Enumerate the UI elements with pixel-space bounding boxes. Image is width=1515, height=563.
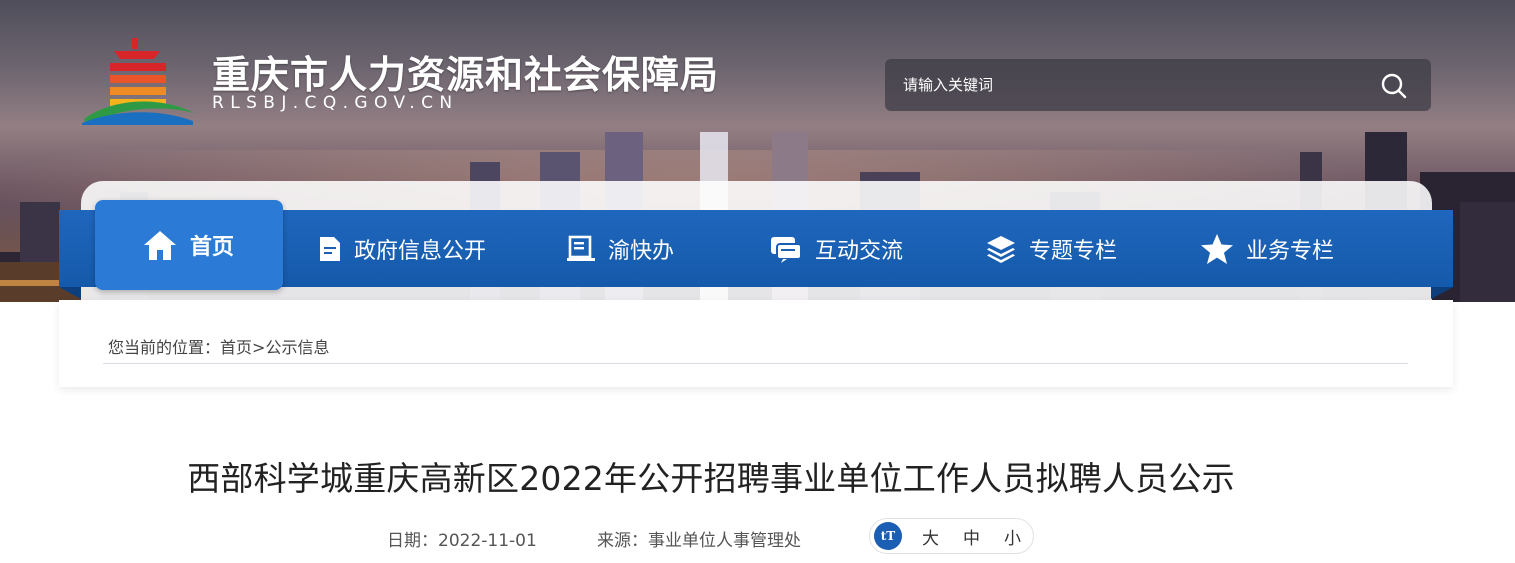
layers-icon xyxy=(987,235,1015,263)
date-label: 日期： xyxy=(387,531,438,551)
date-value: 2022-11-01 xyxy=(438,531,537,551)
search-icon[interactable] xyxy=(1379,71,1409,101)
chat-icon xyxy=(771,236,802,263)
search-input[interactable] xyxy=(903,76,1343,94)
breadcrumb: 您当前的位置：首页>公示信息 xyxy=(108,334,329,358)
site-title[interactable]: 重庆市人力资源和社会保障局 xyxy=(212,44,719,99)
article-title: 西部科学城重庆高新区2022年公开招聘事业单位工作人员拟聘人员公示 xyxy=(187,459,1235,498)
font-size-icon: tT xyxy=(874,522,902,550)
article-source: 来源：事业单位人事管理处 xyxy=(597,526,801,551)
site-domain: RLSBJ.CQ.GOV.CN xyxy=(212,93,459,113)
book-icon xyxy=(567,235,595,261)
breadcrumb-current-link[interactable]: 公示信息 xyxy=(265,338,329,357)
source-value: 事业单位人事管理处 xyxy=(648,531,801,551)
star-icon xyxy=(1201,233,1233,264)
nav-item-business[interactable]: 业务专栏 xyxy=(1200,210,1334,287)
bureau-logo[interactable] xyxy=(80,35,195,125)
font-size-small-button[interactable]: 小 xyxy=(1004,524,1021,549)
nav-item-label: 首页 xyxy=(190,235,235,260)
breadcrumb-prefix: 您当前的位置： xyxy=(108,338,221,357)
breadcrumb-divider xyxy=(103,363,1408,364)
search-bar xyxy=(885,59,1431,111)
nav-item-interaction[interactable]: 互动交流 xyxy=(769,210,903,287)
nav-item-gov-info[interactable]: 政府信息公开 xyxy=(318,210,486,287)
home-icon xyxy=(144,231,176,260)
font-size-control: tT 大 中 小 xyxy=(869,518,1034,554)
breadcrumb-home-link[interactable]: 首页 xyxy=(220,338,252,357)
nav-item-label: 政府信息公开 xyxy=(354,238,487,264)
nav-item-home[interactable]: 首页 xyxy=(142,200,234,290)
nav-item-label: 互动交流 xyxy=(815,238,904,264)
nav-fold-right xyxy=(1431,287,1453,299)
nav-item-label: 业务专栏 xyxy=(1246,238,1335,264)
source-label: 来源： xyxy=(597,531,648,551)
nav-item-label: 专题专栏 xyxy=(1029,238,1118,264)
font-size-medium-button[interactable]: 中 xyxy=(963,524,980,549)
breadcrumb-separator: > xyxy=(252,338,266,357)
article-date: 日期：2022-11-01 xyxy=(387,526,537,551)
nav-item-label: 渝快办 xyxy=(608,238,675,264)
document-icon xyxy=(320,236,340,261)
nav-item-special-topics[interactable]: 专题专栏 xyxy=(985,210,1117,287)
nav-fold-left xyxy=(59,287,81,299)
nav-item-yukuaiban[interactable]: 渝快办 xyxy=(566,210,674,287)
font-size-large-button[interactable]: 大 xyxy=(922,524,939,549)
